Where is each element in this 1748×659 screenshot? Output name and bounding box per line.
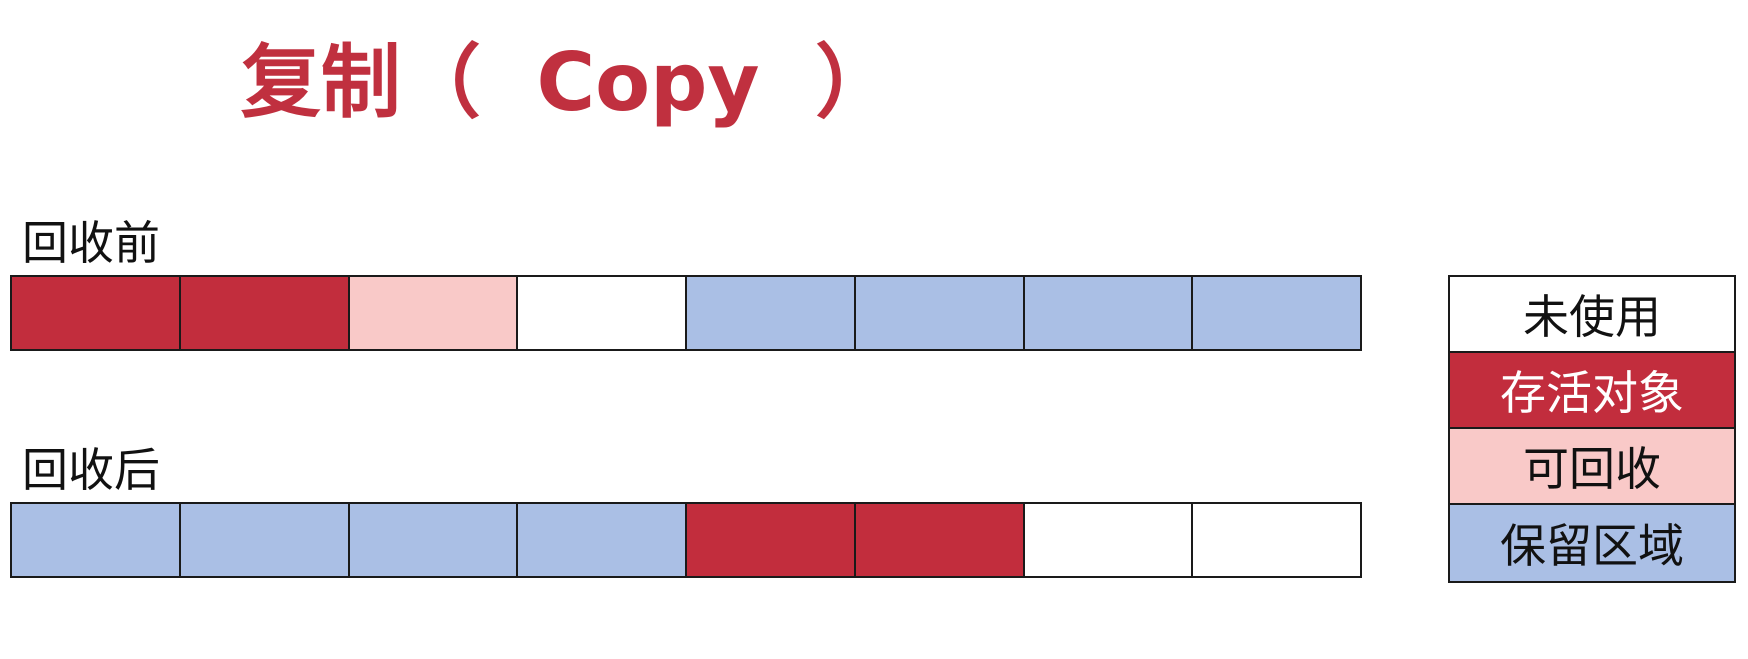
memory-block-after-4-reserved bbox=[518, 504, 687, 576]
before-collection-label: 回收前 bbox=[22, 216, 160, 270]
memory-block-after-1-reserved bbox=[12, 504, 181, 576]
memory-block-before-4-unused bbox=[518, 277, 687, 349]
memory-block-after-6-live bbox=[855, 504, 1025, 576]
memory-block-before-8-reserved bbox=[1193, 277, 1360, 349]
page-title: 复制（ Copy ） bbox=[240, 36, 896, 129]
legend-item-reserved-area: 保留区域 bbox=[1450, 505, 1734, 581]
memory-bar-before bbox=[10, 275, 1362, 351]
memory-block-before-1-live bbox=[12, 277, 181, 349]
legend-item-live-object: 存活对象 bbox=[1450, 353, 1734, 429]
memory-block-after-3-reserved bbox=[349, 504, 519, 576]
legend-item-unused: 未使用 bbox=[1450, 277, 1734, 353]
memory-block-before-6-reserved bbox=[855, 277, 1025, 349]
memory-block-before-2-live bbox=[180, 277, 350, 349]
memory-block-after-2-reserved bbox=[180, 504, 350, 576]
legend: 未使用 存活对象 可回收 保留区域 bbox=[1448, 275, 1736, 583]
legend-item-reclaimable: 可回收 bbox=[1450, 429, 1734, 505]
memory-bar-after bbox=[10, 502, 1362, 578]
memory-block-after-8-unused bbox=[1193, 504, 1360, 576]
after-collection-label: 回收后 bbox=[22, 443, 160, 497]
memory-block-before-5-reserved bbox=[687, 277, 856, 349]
memory-block-before-3-reclaimable bbox=[349, 277, 519, 349]
memory-block-after-7-unused bbox=[1024, 504, 1194, 576]
memory-block-before-7-reserved bbox=[1024, 277, 1194, 349]
memory-block-after-5-live bbox=[687, 504, 856, 576]
